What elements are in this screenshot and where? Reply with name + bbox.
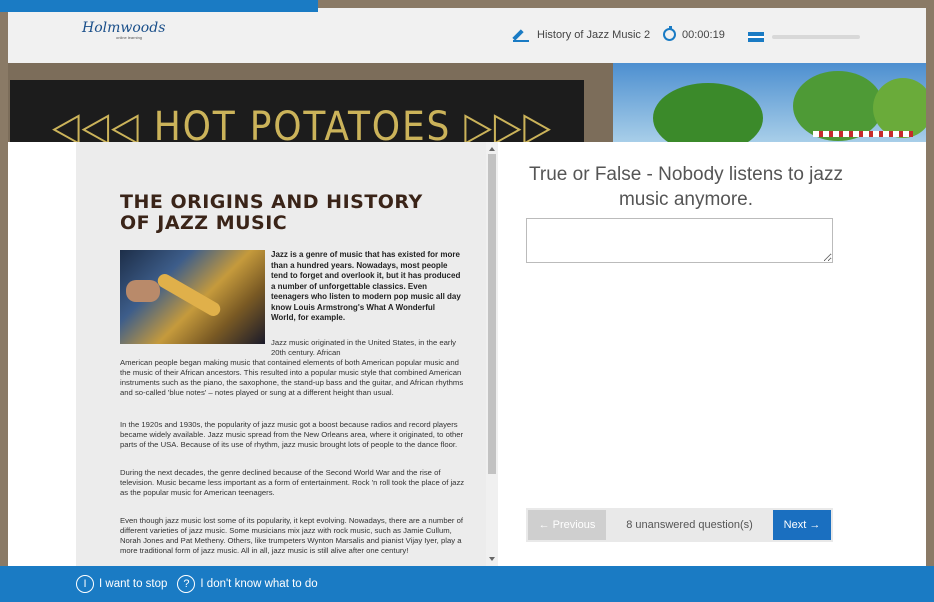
previous-button[interactable]: ← Previous	[528, 510, 606, 540]
article-para1: American people began making music that …	[120, 358, 464, 397]
question-navigation: ← Previous 8 unanswered question(s) Next…	[526, 508, 833, 542]
dont-know-label: I don't know what to do	[200, 578, 318, 590]
answer-input[interactable]	[526, 218, 833, 263]
banner-board: ◁◁◁ HOT POTATOES ▷▷▷	[10, 80, 584, 143]
saxophone-image	[120, 250, 265, 344]
background-banner: ◁◁◁ HOT POTATOES ▷▷▷	[8, 63, 926, 143]
hand-shape	[126, 280, 160, 302]
article-para4: Even though jazz music lost some of its …	[120, 516, 463, 555]
progress-icon	[748, 32, 764, 42]
question-mark-icon: ?	[177, 575, 196, 593]
banner-text: ◁◁◁ HOT POTATOES ▷▷▷	[52, 104, 553, 143]
stop-button[interactable]: I I want to stop	[76, 575, 167, 593]
timer: 00:00:19	[682, 28, 725, 41]
fence-shape	[813, 131, 913, 137]
logo: Holmwoods online learning	[82, 20, 165, 40]
pencil-icon	[513, 28, 531, 42]
progress-group	[748, 32, 860, 42]
progress-bar	[772, 35, 860, 39]
logo-text: Holmwoods	[82, 20, 166, 36]
reading-scrollbar[interactable]	[486, 142, 498, 566]
header: Holmwoods online learning History of Jaz…	[8, 8, 926, 63]
stopwatch-icon	[663, 26, 676, 41]
footer-bar: I I want to stop ? I don't know what to …	[0, 566, 934, 602]
dont-know-button[interactable]: ? I don't know what to do	[177, 575, 318, 593]
scroll-thumb[interactable]	[488, 154, 496, 474]
article-para1-start: Jazz music originated in the United Stat…	[271, 338, 457, 357]
tree-shape	[873, 78, 926, 138]
timer-group: 00:00:19	[663, 26, 725, 41]
top-tab-bar	[0, 0, 318, 12]
banner-scene-image	[613, 63, 926, 143]
unanswered-count: 8 unanswered question(s)	[626, 519, 753, 531]
test-title: History of Jazz Music 2	[537, 29, 651, 41]
content-panel: THE ORIGINS AND HISTORY OF JAZZ MUSIC Ja…	[8, 142, 926, 566]
reading-pane[interactable]: THE ORIGINS AND HISTORY OF JAZZ MUSIC Ja…	[76, 142, 492, 566]
article-para3: During the next decades, the genre decli…	[120, 468, 465, 497]
scroll-up-arrow-icon[interactable]	[489, 147, 495, 151]
next-button[interactable]: Next →	[773, 510, 831, 540]
article-intro: Jazz is a genre of music that has existe…	[271, 250, 461, 322]
stop-icon: I	[76, 575, 94, 593]
article-title: THE ORIGINS AND HISTORY OF JAZZ MUSIC	[120, 191, 423, 234]
scroll-down-arrow-icon[interactable]	[489, 557, 495, 561]
test-title-group: History of Jazz Music 2	[513, 28, 650, 42]
stop-label: I want to stop	[99, 578, 168, 590]
tree-shape	[653, 83, 763, 143]
article-para2: In the 1920s and 1930s, the popularity o…	[120, 420, 464, 449]
question-text: True or False - Nobody listens to jazz m…	[529, 164, 843, 210]
saxophone-shape	[155, 271, 223, 319]
